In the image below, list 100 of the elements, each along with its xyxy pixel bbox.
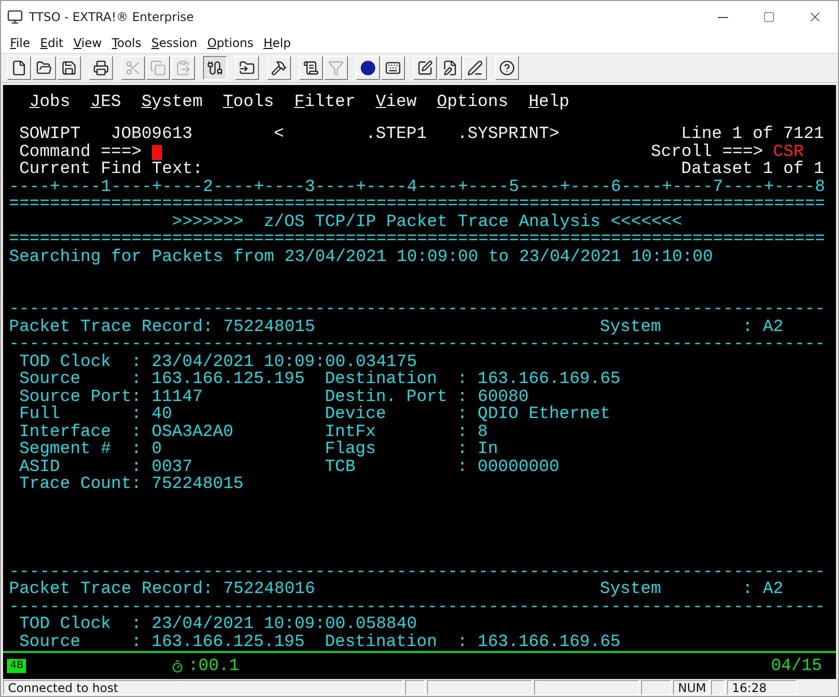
- dashed-rule: --------------------------------------------------------------------------------: [9, 336, 826, 354]
- document-icon: [303, 60, 319, 76]
- field-label: System: [600, 581, 662, 599]
- menu-item[interactable]: JES: [90, 92, 122, 114]
- scroll-value: CSR: [773, 144, 804, 162]
- clock-time: 16:28: [727, 680, 797, 696]
- find-label: Current Find Text:: [19, 161, 203, 179]
- session-badge: 4B: [7, 659, 26, 674]
- field-value: : A2: [742, 581, 784, 599]
- menu-item[interactable]: View: [376, 92, 416, 114]
- floppy-icon: [61, 60, 77, 76]
- line-counter: Line 1 of 7121: [681, 126, 824, 144]
- menu-item[interactable]: Tools: [222, 92, 274, 114]
- field-value: : 163.166.169.65: [457, 371, 620, 389]
- field-value: : 0: [131, 441, 162, 459]
- status-message: Connected to host: [3, 680, 403, 696]
- hammer-icon: [271, 60, 287, 76]
- copy-icon: [150, 60, 166, 76]
- scissors-icon: [125, 60, 141, 76]
- field-label: System: [600, 318, 662, 336]
- cursor[interactable]: [152, 145, 162, 160]
- field-label: IntFx: [324, 424, 376, 442]
- menu-item[interactable]: View: [68, 36, 107, 50]
- folder-icon: [36, 60, 52, 76]
- field-label: Trace Count: [19, 476, 132, 494]
- field-value: : 163.166.169.65: [457, 634, 620, 652]
- field-label: TOD Clock: [19, 616, 112, 634]
- toolbar-button[interactable]: [203, 56, 227, 80]
- field-label: TCB: [324, 458, 356, 476]
- field-value: : OSA3A2A0: [131, 424, 234, 442]
- dot-icon: [360, 60, 376, 76]
- menu-item[interactable]: Options: [202, 36, 259, 50]
- menu-item[interactable]: Edit: [35, 36, 68, 50]
- field-label: Source: [19, 634, 80, 652]
- menu-item[interactable]: Help: [258, 36, 296, 50]
- help-icon: [499, 60, 515, 76]
- step-name: .STEP1: [366, 126, 427, 144]
- field-label: Destination: [324, 634, 438, 652]
- field-value: : 163.166.125.195: [131, 371, 305, 389]
- field-value: : 00000000: [457, 458, 560, 476]
- minimize-icon: [718, 16, 728, 18]
- bracket-text: <: [274, 126, 284, 144]
- job-id: JOB09613: [110, 126, 192, 144]
- num-lock-indicator: NUM: [673, 680, 709, 696]
- menu-item[interactable]: Filter: [294, 92, 356, 114]
- dataset-counter: Dataset 1 of 1: [681, 161, 824, 179]
- field-value: : 23/04/2021 10:09:00.058840: [131, 616, 417, 634]
- keyboard-icon: [385, 60, 401, 76]
- field-value: : 23/04/2021 10:09:00.034175: [131, 354, 417, 372]
- scroll-label: Scroll ===>: [650, 144, 764, 162]
- field-value: : A2: [742, 318, 784, 336]
- menu-item[interactable]: Options: [436, 92, 508, 114]
- field-label: TOD Clock: [19, 354, 112, 372]
- menu-item[interactable]: System: [141, 92, 203, 114]
- field-value: : 11147: [131, 388, 203, 406]
- field-label: Device: [324, 406, 386, 424]
- response-time: :00.1: [188, 656, 240, 676]
- field-label: Segment #: [19, 441, 112, 459]
- user-id: SOWIPT: [19, 126, 80, 144]
- menu-item[interactable]: Jobs: [29, 92, 70, 114]
- plug-icon: [207, 60, 223, 76]
- field-label: Destin. Port: [324, 388, 448, 406]
- dashed-rule: --------------------------------------------------------------------------------: [9, 301, 826, 319]
- window-title: TTSO - EXTRA!® Enterprise: [29, 10, 195, 24]
- cursor-position: 04/15: [770, 656, 822, 676]
- menu-item[interactable]: Session: [146, 36, 202, 50]
- dashed-rule: --------------------------------------------------------------------------------: [9, 598, 826, 616]
- printer-icon: [93, 60, 109, 76]
- menu-item[interactable]: Help: [528, 92, 570, 114]
- field-value: : QDIO Ethernet: [457, 406, 610, 424]
- double-rule: ================================================================================: [9, 231, 826, 249]
- field-value: : 40: [131, 406, 172, 424]
- maximize-icon: [763, 11, 775, 23]
- field-label: Destination: [324, 371, 438, 389]
- field-value: : 752248015: [131, 476, 244, 494]
- folder-arrow-icon: [239, 60, 255, 76]
- record-title: Packet Trace Record: 752248016: [9, 581, 316, 599]
- report-title: >>>>>>> z/OS TCP/IP Packet Trace Analysis <<<<<<<: [172, 214, 682, 232]
- paste-icon: [175, 60, 191, 76]
- edit-icon: [417, 60, 433, 76]
- dashed-rule: --------------------------------------------------------------------------------: [9, 564, 826, 582]
- field-label: Source Port: [19, 388, 132, 406]
- timer-icon: [171, 660, 184, 673]
- field-label: Full: [19, 406, 60, 424]
- menu-item[interactable]: Tools: [106, 36, 146, 50]
- dd-name: .SYSPRINT>: [457, 126, 560, 144]
- field-label: Source: [19, 371, 80, 389]
- field-value: : 8: [457, 424, 488, 442]
- field-value: : In: [457, 441, 498, 459]
- command-label: Command ===>: [19, 144, 142, 162]
- field-label: Flags: [324, 441, 376, 459]
- double-rule: ================================================================================: [9, 196, 826, 214]
- filter-icon: [328, 60, 344, 76]
- app-icon: [7, 9, 23, 25]
- field-value: : 163.166.125.195: [131, 634, 305, 652]
- file-icon: [11, 60, 27, 76]
- field-value: : 0037: [131, 458, 192, 476]
- record-title: Packet Trace Record: 752248015: [9, 318, 316, 336]
- pen-icon: [467, 60, 483, 76]
- menu-item[interactable]: File: [5, 36, 36, 50]
